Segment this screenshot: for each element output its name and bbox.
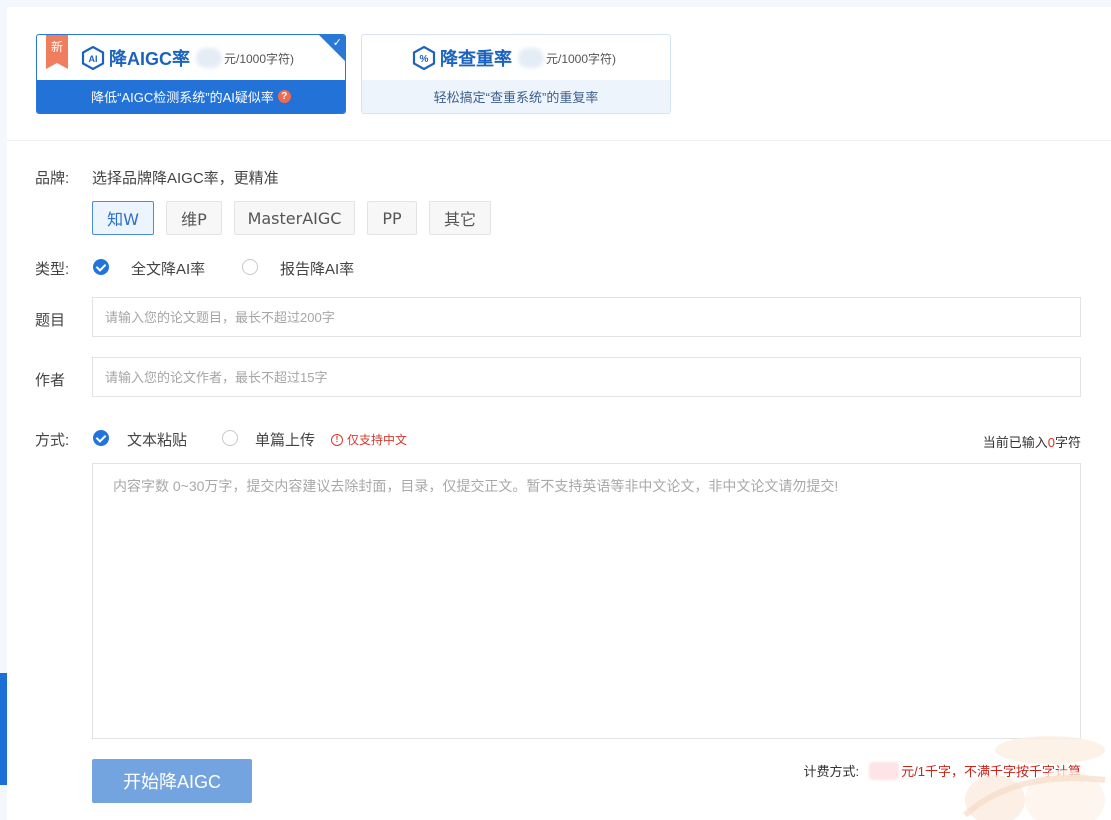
billing-label: 计费方式: [803, 764, 860, 779]
title-input[interactable] [92, 297, 1081, 337]
price-blurred [196, 48, 222, 68]
method-option-paste[interactable]: 文本粘贴 [127, 429, 187, 450]
brand-label: 品牌: [35, 170, 70, 187]
mode-subtitle-aigc-bar: 降低“AIGC检测系统”的AI疑似率 ? [37, 80, 345, 113]
method-option-upload[interactable]: 单篇上传 [255, 429, 315, 450]
mode-subtitle-duplicate-bar: 轻松搞定“查重系统”的重复率 [362, 80, 670, 113]
char-counter: 当前已输入0字符 [983, 432, 1081, 451]
svg-text:AI: AI [89, 54, 98, 64]
help-icon[interactable]: ? [277, 90, 291, 103]
brand-option-zhiw[interactable]: 知W [92, 201, 154, 235]
new-badge: 新 [46, 35, 68, 69]
counter-value: 0 [1047, 435, 1055, 450]
type-option-report[interactable]: 报告降AI率 [280, 258, 354, 279]
alert-icon: ! [331, 433, 343, 446]
price-blurred [869, 761, 900, 780]
mode-title-duplicate: 降查重率 [440, 49, 512, 69]
mode-subtitle-duplicate: 轻松搞定“查重系统”的重复率 [433, 90, 599, 105]
title-label: 题目 [35, 312, 66, 329]
chinese-only-warning: ! 仅支持中文 [331, 431, 407, 448]
mode-title-aigc: 降AIGC率 [109, 49, 190, 69]
type-radio-report[interactable] [242, 259, 258, 275]
author-label: 作者 [35, 372, 66, 389]
mode-card-duplicate[interactable]: % 降查重率 元/1000字符) 轻松搞定“查重系统”的重复率 [361, 34, 671, 114]
counter-prefix: 当前已输入 [982, 435, 1048, 450]
price-blurred [518, 48, 544, 68]
brand-option-masteraigc[interactable]: MasterAIGC [234, 201, 355, 235]
type-radio-fulltext[interactable] [93, 259, 109, 275]
type-label: 类型: [35, 261, 70, 278]
percent-hexagon-icon: % [412, 46, 436, 70]
start-button[interactable]: 开始降AIGC [92, 759, 252, 803]
svg-text:%: % [420, 54, 429, 65]
left-accent-bar [0, 673, 7, 785]
check-icon: ✓ [332, 37, 342, 49]
mode-card-aigc[interactable]: 新 AI 降AIGC率 元/1000字符) ✓ 降低“AIGC检测系统”的AI疑… [36, 34, 346, 114]
section-divider [7, 140, 1111, 141]
mode-price-aigc: 元/1000字符) [224, 51, 295, 66]
brand-hint: 选择品牌降AIGC率，更精准 [92, 170, 279, 187]
ai-hexagon-icon: AI [81, 46, 105, 70]
warning-text: 仅支持中文 [347, 433, 408, 447]
mode-subtitle-aigc: 降低“AIGC检测系统”的AI疑似率 [91, 90, 274, 105]
content-textarea[interactable] [92, 463, 1081, 739]
method-label: 方式: [35, 432, 70, 449]
decoration-cloud-icon [962, 736, 1106, 820]
method-radio-upload[interactable] [222, 430, 238, 446]
brand-option-weip[interactable]: 维P [166, 201, 222, 235]
brand-option-other[interactable]: 其它 [429, 201, 491, 235]
author-input[interactable] [92, 357, 1081, 397]
brand-option-pp[interactable]: PP [367, 201, 417, 235]
type-option-fulltext[interactable]: 全文降AI率 [131, 258, 205, 279]
mode-price-duplicate: 元/1000字符) [546, 51, 617, 66]
counter-suffix: 字符 [1054, 435, 1081, 450]
method-radio-paste[interactable] [93, 430, 109, 446]
